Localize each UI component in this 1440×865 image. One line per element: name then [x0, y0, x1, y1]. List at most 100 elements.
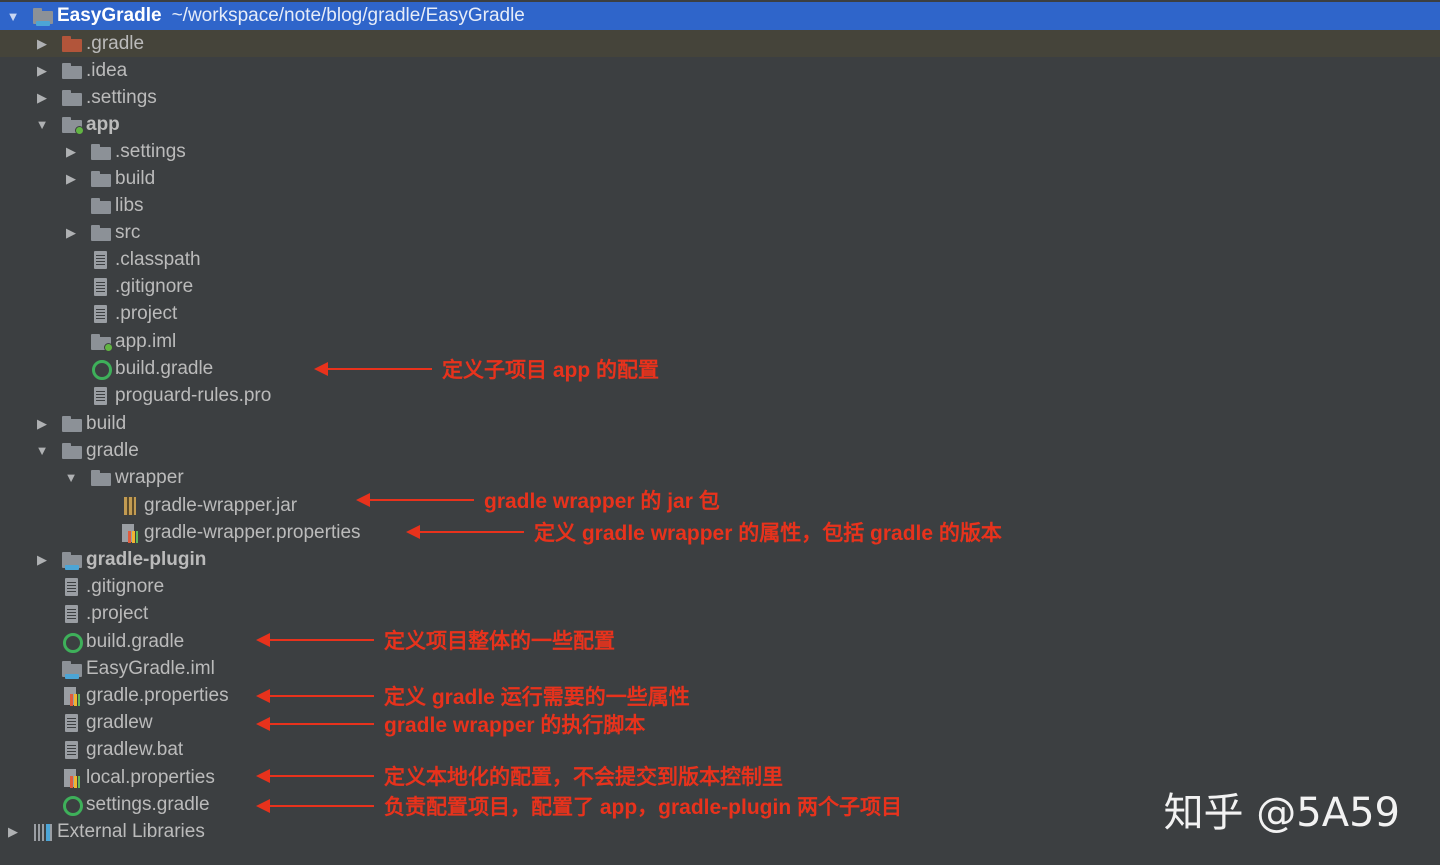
tree-row[interactable]: ▶ .gitignore	[0, 573, 1440, 600]
module-folder-icon	[61, 115, 84, 135]
tree-item-label: app.iml	[115, 330, 177, 352]
tree-row[interactable]: ▶ .settings	[0, 138, 1440, 165]
arrow-left-icon	[406, 525, 524, 539]
tree-row[interactable]: ▼ app	[0, 111, 1440, 138]
chevron-right-icon[interactable]: ▶	[62, 144, 80, 160]
tree-row[interactable]: ▶ build.gradle	[0, 355, 1440, 382]
chevron-right-icon[interactable]: ▶	[33, 63, 51, 79]
text-file-icon	[90, 250, 112, 270]
tree-row[interactable]: ▶ src	[0, 219, 1440, 246]
arrow-left-icon	[256, 717, 374, 731]
arrow-left-icon	[256, 799, 374, 813]
tree-item-label: .gitignore	[115, 275, 194, 297]
chevron-down-icon[interactable]: ▼	[33, 117, 51, 132]
chevron-down-icon[interactable]: ▼	[62, 470, 80, 485]
project-name: EasyGradle	[57, 5, 162, 26]
annotation-wrapper-properties: 定义 gradle wrapper 的属性，包括 gradle 的版本	[406, 519, 1002, 545]
arrow-left-icon	[314, 362, 432, 376]
tree-item-label: settings.gradle	[86, 793, 210, 815]
text-file-icon	[61, 713, 83, 733]
arrow-left-icon	[356, 493, 474, 507]
tree-item-label: gradle	[86, 439, 139, 461]
folder-icon	[90, 468, 112, 488]
chevron-right-icon[interactable]: ▶	[4, 824, 22, 840]
module-file-icon	[61, 659, 83, 679]
annotation-text: gradle wrapper 的 jar 包	[484, 490, 720, 513]
module-folder-icon	[32, 6, 54, 26]
tree-row[interactable]: ▶ build.gradle	[0, 628, 1440, 655]
chevron-right-icon[interactable]: ▶	[33, 90, 51, 106]
tree-row[interactable]: ▶ .settings	[0, 84, 1440, 111]
tree-row[interactable]: ▶ gradle-wrapper.jar	[0, 492, 1440, 519]
tree-root-row[interactable]: ▼ EasyGradle ~/workspace/note/blog/gradl…	[0, 2, 1440, 30]
text-file-icon	[61, 740, 83, 760]
chevron-right-icon[interactable]: ▶	[62, 225, 80, 241]
tree-row[interactable]: ▶ gradlew.bat	[0, 736, 1440, 763]
annotation-text: 负责配置项目，配置了 app，gradle-plugin 两个子项目	[384, 796, 902, 819]
tree-row[interactable]: ▶ .project	[0, 300, 1440, 327]
properties-icon	[61, 686, 83, 706]
tree-row[interactable]: ▶ proguard-rules.pro	[0, 382, 1440, 409]
properties-icon	[61, 768, 83, 788]
jar-icon	[119, 496, 141, 516]
tree-row[interactable]: ▶ EasyGradle.iml	[0, 655, 1440, 682]
folder-icon	[90, 196, 112, 216]
tree-item-label: .gitignore	[86, 575, 165, 597]
tree-row[interactable]: ▶ .classpath	[0, 246, 1440, 273]
tree-row[interactable]: ▶ .gradle	[0, 30, 1440, 57]
tree-item-label: wrapper	[115, 466, 184, 488]
tree-item-label: build	[115, 167, 156, 189]
tree-row[interactable]: ▶ build	[0, 165, 1440, 192]
chevron-right-icon[interactable]: ▶	[33, 552, 51, 568]
tree-item-label: build.gradle	[115, 357, 214, 379]
tree-item-label: src	[115, 221, 141, 243]
project-path: ~/workspace/note/blog/gradle/EasyGradle	[171, 5, 525, 26]
annotation-text: 定义项目整体的一些配置	[384, 630, 615, 653]
module-file-icon	[90, 332, 113, 352]
annotation-text: 定义子项目 app 的配置	[442, 359, 660, 382]
chevron-down-icon[interactable]: ▼	[4, 9, 22, 24]
chevron-right-icon[interactable]: ▶	[33, 36, 51, 52]
annotation-local-properties: 定义本地化的配置，不会提交到版本控制里	[256, 763, 783, 789]
tree-item-label: .idea	[86, 59, 128, 81]
annotation-text: 定义本地化的配置，不会提交到版本控制里	[384, 766, 783, 789]
tree-item-label: .settings	[115, 140, 186, 162]
tree-row[interactable]: ▼ gradle	[0, 437, 1440, 464]
gradle-icon	[90, 359, 112, 380]
chevron-right-icon[interactable]: ▶	[33, 416, 51, 432]
tree-row[interactable]: ▶ build	[0, 410, 1440, 437]
tree-row[interactable]: ▶ gradlew	[0, 709, 1440, 736]
folder-icon	[61, 441, 83, 461]
tree-item-label: gradlew	[86, 711, 153, 733]
chevron-right-icon[interactable]: ▶	[62, 171, 80, 187]
tree-row[interactable]: ▶ .idea	[0, 57, 1440, 84]
chevron-down-icon[interactable]: ▼	[33, 443, 51, 458]
annotation-wrapper-jar: gradle wrapper 的 jar 包	[356, 487, 720, 513]
tree-item-label: gradlew.bat	[86, 738, 184, 760]
tree-row[interactable]: ▶ libs	[0, 192, 1440, 219]
text-file-icon	[61, 577, 83, 597]
gradle-icon	[61, 795, 83, 816]
tree-row[interactable]: ▼ wrapper	[0, 464, 1440, 491]
tree-row[interactable]: ▶ .project	[0, 600, 1440, 627]
arrow-left-icon	[256, 769, 374, 783]
tree-item-label: .classpath	[115, 248, 201, 270]
arrow-left-icon	[256, 633, 374, 647]
annotation-root-build-gradle: 定义项目整体的一些配置	[256, 627, 615, 653]
tree-row[interactable]: ▶ gradle.properties	[0, 682, 1440, 709]
annotation-text: 定义 gradle wrapper 的属性，包括 gradle 的版本	[534, 522, 1002, 545]
tree-row[interactable]: ▶ gradle-plugin	[0, 546, 1440, 573]
module-folder-icon	[61, 550, 83, 570]
tree-item-label: app	[86, 113, 120, 135]
tree-item-label: local.properties	[86, 766, 215, 788]
text-file-icon	[90, 386, 112, 406]
tree-row[interactable]: ▶ app.iml	[0, 328, 1440, 355]
tree-row[interactable]: ▶ .gitignore	[0, 273, 1440, 300]
tree-item-label: EasyGradle.iml	[86, 657, 215, 679]
annotation-settings-gradle: 负责配置项目，配置了 app，gradle-plugin 两个子项目	[256, 793, 902, 819]
folder-icon	[90, 223, 112, 243]
tree-item-label: build	[86, 412, 127, 434]
properties-icon	[119, 523, 141, 543]
folder-icon	[61, 88, 83, 108]
annotation-app-build-gradle: 定义子项目 app 的配置	[314, 356, 660, 382]
